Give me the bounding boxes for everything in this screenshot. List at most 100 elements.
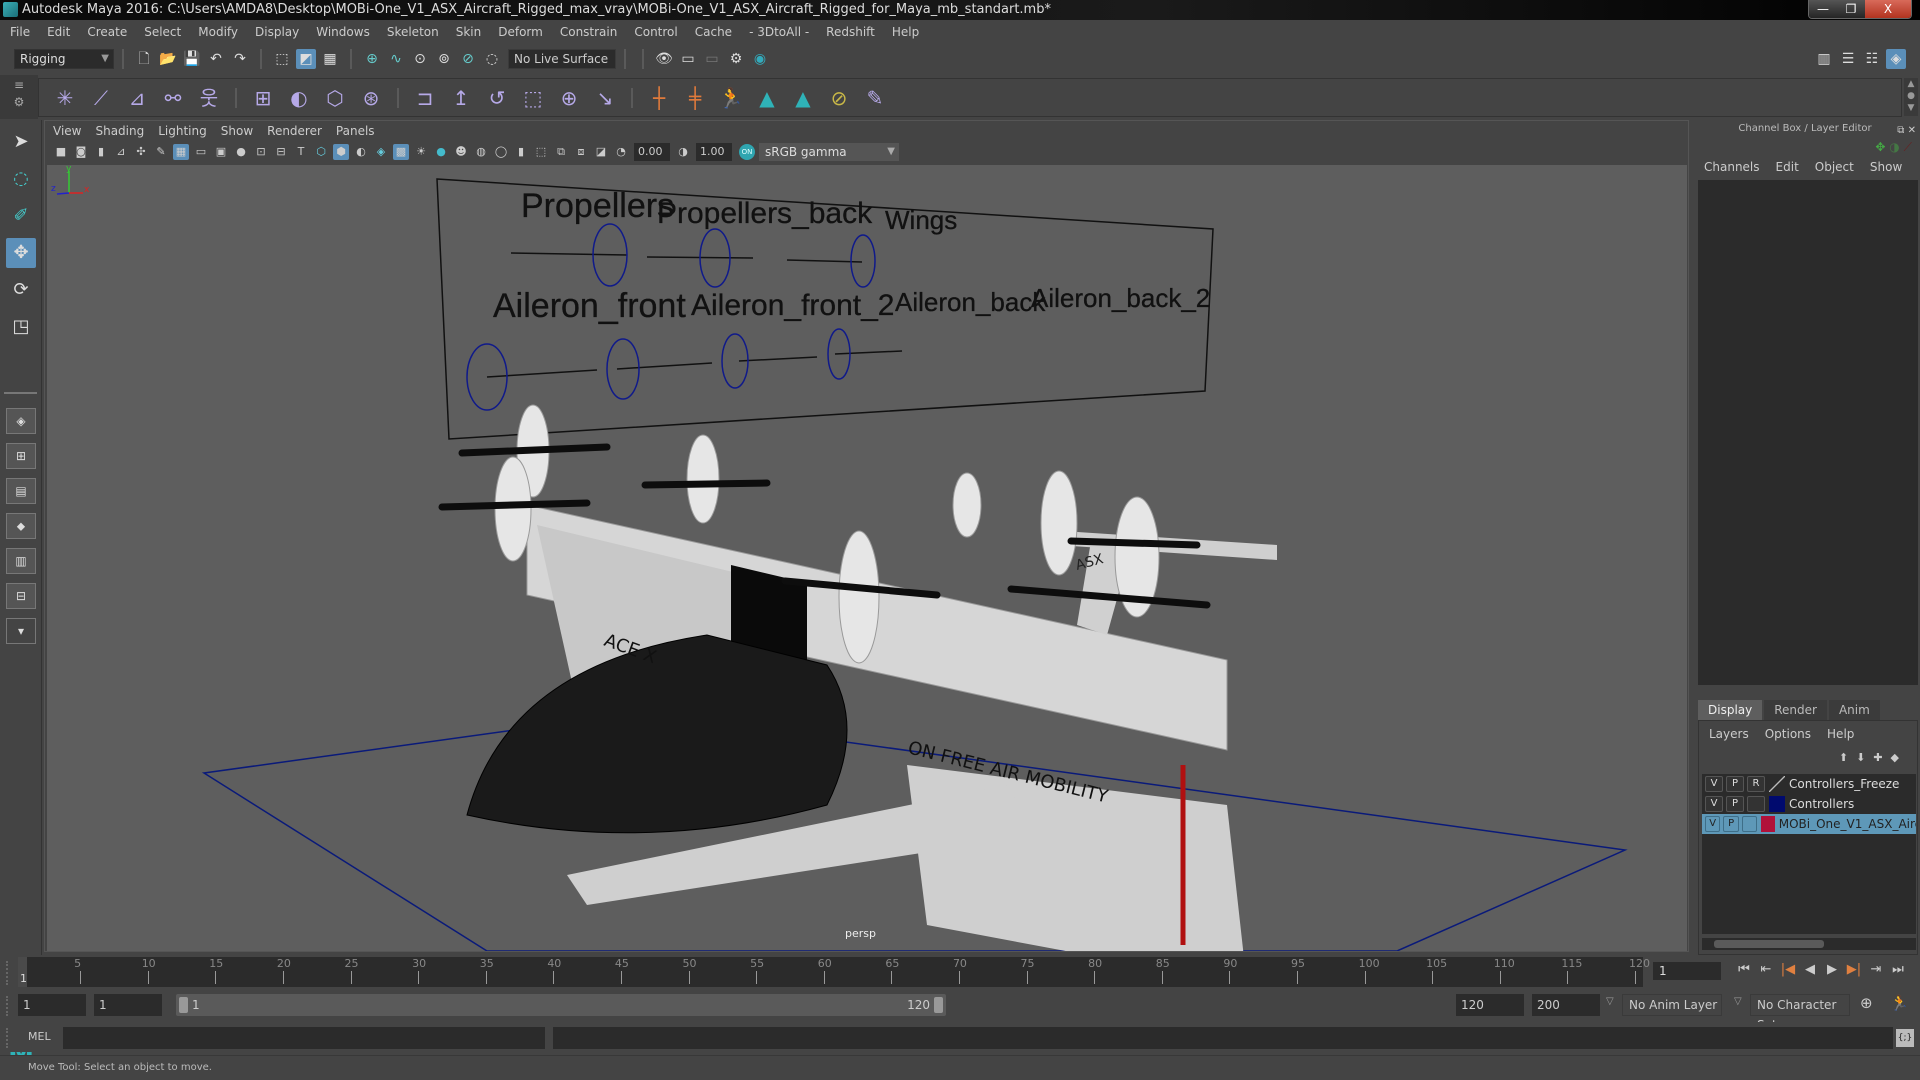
default-material-icon[interactable]: ◐	[353, 144, 369, 160]
gamma-field[interactable]: 1.00	[696, 143, 732, 161]
menu-display[interactable]: Display	[255, 25, 299, 39]
grease-pencil-icon[interactable]: ✎	[153, 144, 169, 160]
move-tool-icon[interactable]: ✥	[6, 238, 36, 268]
open-scene-icon[interactable]: 📂	[158, 49, 178, 69]
gamma-icon[interactable]: ◑	[675, 144, 691, 160]
locator-link-icon[interactable]: ╪	[680, 83, 710, 113]
menu-set-dropdown[interactable]: Rigging ▼	[14, 49, 114, 69]
wireframe-on-shaded-icon[interactable]: ◈	[373, 144, 389, 160]
attribute-editor-icon[interactable]: ☰	[1838, 49, 1858, 69]
scrollbar-thumb[interactable]	[1714, 940, 1824, 948]
reference-toggle[interactable]	[1741, 816, 1758, 832]
vp-menu-lighting[interactable]: Lighting	[158, 124, 207, 138]
layer-row[interactable]: V P MOBi_One_V1_ASX_Aircraft	[1702, 814, 1916, 834]
go-to-end-icon[interactable]: ⏭	[1887, 962, 1909, 977]
visibility-toggle[interactable]: V	[1705, 776, 1723, 792]
current-frame-field[interactable]: 1	[1653, 962, 1721, 980]
menu-redshift[interactable]: Redshift	[826, 25, 875, 39]
hyper-icon[interactable]: ⟋	[1904, 140, 1912, 154]
range-start-handle[interactable]	[179, 997, 188, 1013]
le-menu-layers[interactable]: Layers	[1709, 727, 1749, 741]
exposure-field[interactable]: 0.00	[634, 143, 670, 161]
create-joints-icon[interactable]: ✳	[50, 83, 80, 113]
restore-button[interactable]: ❐	[1837, 0, 1865, 18]
lattice-icon[interactable]: ⬡	[320, 83, 350, 113]
gate-mask-icon[interactable]: ●	[233, 144, 249, 160]
le-menu-help[interactable]: Help	[1827, 727, 1854, 741]
point-constraint-icon[interactable]: ↥	[446, 83, 476, 113]
layer-color-swatch[interactable]	[1769, 776, 1785, 792]
hik-character-icon[interactable]: 🏃	[716, 83, 746, 113]
camera-attributes-icon[interactable]: ◙	[73, 144, 89, 160]
close-panel-icon[interactable]: ✕	[1908, 125, 1916, 136]
menu-cache[interactable]: Cache	[695, 25, 732, 39]
playback-toggle[interactable]: P	[1726, 776, 1744, 792]
select-object-icon[interactable]: ◩	[296, 49, 316, 69]
redo-icon[interactable]: ↷	[230, 49, 250, 69]
visibility-toggle[interactable]: V	[1705, 816, 1721, 832]
menu-3dtoall[interactable]: - 3DtoAll -	[749, 25, 809, 39]
scale-tool-icon[interactable]: ◳	[6, 312, 36, 342]
chevron-down-icon[interactable]: ▽	[1606, 996, 1614, 1007]
command-input[interactable]	[63, 1027, 545, 1049]
render-view-icon[interactable]: 👁	[654, 49, 674, 69]
ipr-render-icon[interactable]: ▭	[702, 49, 722, 69]
xray-joints-icon[interactable]: ◪	[593, 144, 609, 160]
more-layouts-icon[interactable]: ▾	[6, 618, 36, 644]
tab-render[interactable]: Render	[1764, 700, 1827, 720]
depth-of-field-icon[interactable]: ▮	[513, 144, 529, 160]
snap-point-icon[interactable]: ⊙	[410, 49, 430, 69]
vp-menu-view[interactable]: View	[53, 124, 81, 138]
snap-curve-icon[interactable]: ∿	[386, 49, 406, 69]
step-forward-key-icon[interactable]: ⇥	[1865, 962, 1887, 977]
color-space-dropdown[interactable]: sRGB gamma ▼	[759, 143, 899, 161]
cb-menu-show[interactable]: Show	[1870, 160, 1902, 174]
shelf-menu-icon[interactable]: ≡	[0, 75, 38, 95]
menu-modify[interactable]: Modify	[198, 25, 238, 39]
use-all-lights-icon[interactable]: ☀	[413, 144, 429, 160]
end-time-field[interactable]: 200	[1532, 994, 1600, 1016]
film-gate-icon[interactable]: ▭	[193, 144, 209, 160]
persp-graph-layout-icon[interactable]: ⬥	[6, 513, 36, 539]
cb-menu-object[interactable]: Object	[1815, 160, 1854, 174]
play-backward-icon[interactable]: ◀	[1799, 962, 1821, 977]
layer-row[interactable]: V P R Controllers_Freeze	[1702, 774, 1916, 794]
playback-toggle[interactable]: P	[1723, 816, 1739, 832]
menu-select[interactable]: Select	[144, 25, 181, 39]
locator-icon[interactable]: ┼	[644, 83, 674, 113]
speed-icon[interactable]: ◑	[1889, 140, 1899, 154]
paint-select-tool-icon[interactable]: ✐	[6, 201, 36, 231]
delete-history-icon[interactable]: ⊘	[824, 83, 854, 113]
xray-active-icon[interactable]: ⧈	[573, 144, 589, 160]
vp-menu-show[interactable]: Show	[221, 124, 253, 138]
menu-deform[interactable]: Deform	[498, 25, 543, 39]
close-button[interactable]: X	[1865, 0, 1911, 18]
current-time-indicator[interactable]: 1	[18, 957, 27, 987]
cluster-icon[interactable]: ⊛	[356, 83, 386, 113]
persp-graph-outliner-layout-icon[interactable]: ⊟	[6, 583, 36, 609]
paint-skin-weights-icon[interactable]: ⊞	[248, 83, 278, 113]
float-panel-icon[interactable]: ⧉	[1897, 125, 1904, 136]
parent-constraint-icon[interactable]: ⊐	[410, 83, 440, 113]
menu-skin[interactable]: Skin	[456, 25, 482, 39]
manipulator-icon[interactable]: ✥	[1875, 140, 1885, 154]
shelf-tab-strip[interactable]: ≡ ⚙	[0, 75, 38, 119]
select-component-icon[interactable]: ▦	[320, 49, 340, 69]
motion-blur-icon[interactable]: ◍	[473, 144, 489, 160]
bookmark-icon[interactable]: ▮	[93, 144, 109, 160]
vp-menu-shading[interactable]: Shading	[95, 124, 144, 138]
menu-windows[interactable]: Windows	[316, 25, 370, 39]
play-forward-icon[interactable]: ▶	[1821, 962, 1843, 977]
hypershade-persp-layout-icon[interactable]: ▥	[6, 548, 36, 574]
lasso-tool-icon[interactable]: ◌	[6, 164, 36, 194]
maya-logo-1-icon[interactable]: ▲	[752, 83, 782, 113]
animation-preferences-icon[interactable]: 🏃	[1890, 994, 1909, 1012]
playback-toggle[interactable]: P	[1726, 796, 1744, 812]
snap-grid-icon[interactable]: ⊕	[362, 49, 382, 69]
character-set-dropdown[interactable]: No Character Set	[1750, 994, 1850, 1032]
command-language-label[interactable]: MEL	[28, 1030, 51, 1043]
layer-list-scrollbar[interactable]	[1702, 938, 1916, 950]
range-end-handle[interactable]	[934, 997, 943, 1013]
menu-help[interactable]: Help	[892, 25, 919, 39]
bake-script-icon[interactable]: ✎	[860, 83, 890, 113]
